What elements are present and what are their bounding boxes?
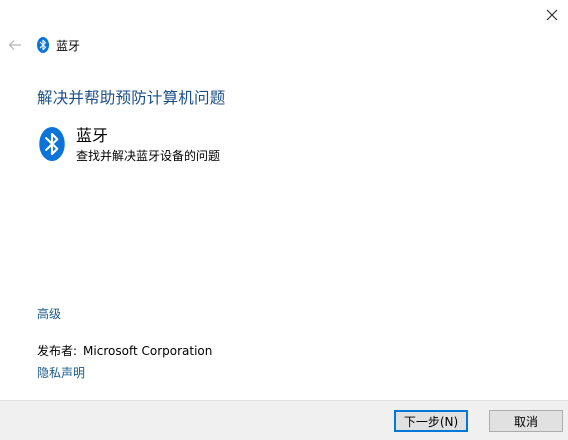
back-button[interactable] bbox=[6, 34, 24, 56]
bluetooth-icon bbox=[38, 127, 66, 161]
close-button[interactable] bbox=[536, 0, 568, 30]
bluetooth-icon bbox=[36, 36, 50, 54]
cancel-button[interactable]: 取消 bbox=[489, 410, 563, 432]
privacy-statement-link[interactable]: 隐私声明 bbox=[37, 364, 85, 381]
close-icon bbox=[546, 9, 558, 21]
publisher-name: Microsoft Corporation bbox=[83, 344, 213, 358]
title-bar bbox=[0, 0, 568, 32]
next-button[interactable]: 下一步(N) bbox=[394, 410, 468, 432]
troubleshooter-option-bluetooth[interactable]: 蓝牙 查找并解决蓝牙设备的问题 bbox=[38, 126, 220, 164]
footer-bar: 下一步(N) 取消 bbox=[0, 400, 568, 440]
page-title: 解决并帮助预防计算机问题 bbox=[37, 89, 226, 107]
publisher-label: 发布者: bbox=[37, 344, 78, 358]
option-text: 蓝牙 查找并解决蓝牙设备的问题 bbox=[76, 126, 220, 164]
option-description: 查找并解决蓝牙设备的问题 bbox=[76, 149, 221, 163]
header-title: 蓝牙 bbox=[56, 38, 81, 53]
wizard-header: 蓝牙 bbox=[6, 34, 80, 56]
advanced-link[interactable]: 高级 bbox=[37, 305, 61, 322]
publisher-info: 发布者: Microsoft Corporation bbox=[37, 342, 212, 359]
back-arrow-icon bbox=[8, 40, 21, 50]
option-title: 蓝牙 bbox=[76, 126, 109, 145]
